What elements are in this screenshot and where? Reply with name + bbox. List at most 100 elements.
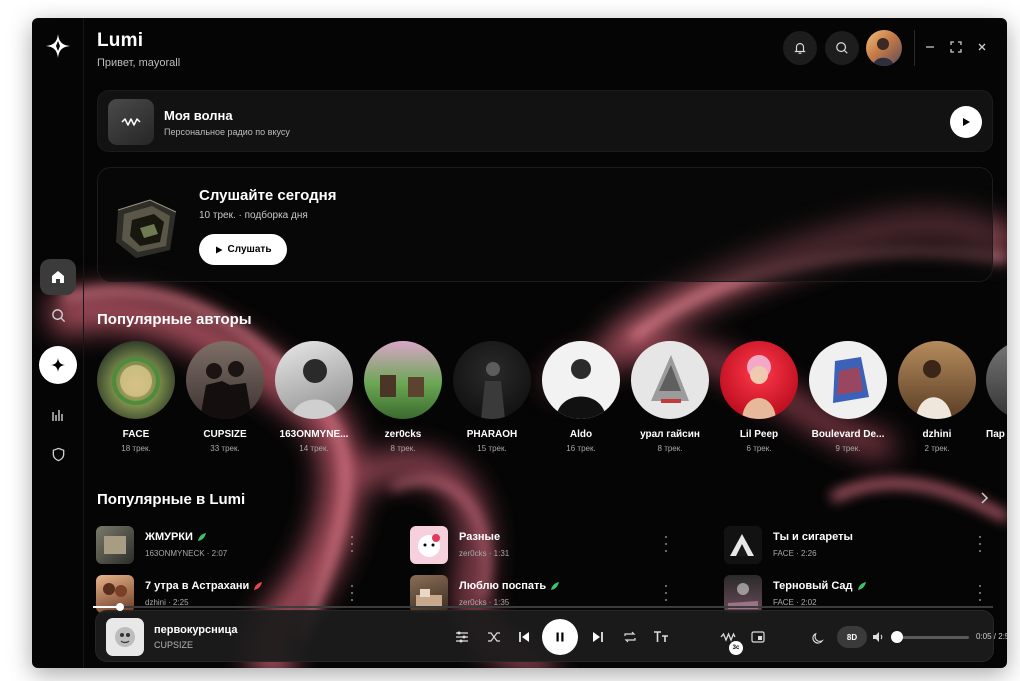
sidebar-privacy-button[interactable]: [40, 436, 76, 472]
artist-name: Пар: [986, 429, 1005, 440]
now-playing-artist[interactable]: CUPSIZE: [154, 640, 193, 650]
lumi-logo-icon[interactable]: [44, 32, 72, 60]
artist-card[interactable]: zer0cks 8 трек.: [363, 341, 443, 453]
listen-button-label: Слушать: [227, 244, 272, 255]
popular-next-button[interactable]: [978, 491, 990, 510]
my-wave-card[interactable]: Моя волна Персональное радио по вкусу: [97, 90, 993, 152]
8d-audio-toggle[interactable]: 8D: [837, 626, 867, 648]
artist-photo: [364, 341, 442, 419]
volume-knob[interactable]: [891, 631, 903, 643]
artist-card[interactable]: dzhini 2 трек.: [897, 341, 977, 453]
artist-name: PHARAOH: [466, 429, 518, 440]
bell-icon: [794, 43, 806, 54]
repeat-icon: [624, 631, 636, 643]
artist-photo: [898, 341, 976, 419]
artist-card[interactable]: PHARAOH 15 трек.: [452, 341, 532, 453]
header-search-button[interactable]: [825, 31, 859, 65]
artist-card[interactable]: FACE 18 трек.: [96, 341, 176, 453]
maximize-button[interactable]: [947, 38, 965, 56]
picture-in-picture-icon: [751, 631, 765, 643]
mini-player-button[interactable]: [748, 627, 768, 647]
artist-card[interactable]: CUPSIZE 33 трек.: [185, 341, 265, 453]
sleep-timer-button[interactable]: [808, 627, 828, 647]
volume-button[interactable]: [868, 627, 888, 647]
track-row[interactable]: ЖМУРКИ 163ONMYNECK · 2:07: [96, 524, 366, 564]
more-options-icon[interactable]: [662, 536, 670, 552]
app-window: Lumi Привет, mayorall Моя волна Персонал…: [32, 18, 1007, 668]
leaf-green-icon: [857, 582, 866, 591]
today-subtitle: 10 трек. · подборка дня: [199, 210, 308, 221]
more-options-icon[interactable]: [976, 536, 984, 552]
sidebar: [32, 18, 84, 668]
moon-icon: [811, 632, 824, 644]
my-wave-subtitle: Персональное радио по вкусу: [164, 127, 290, 137]
listen-today-card: Слушайте сегодня 10 трек. · подборка дня…: [97, 167, 993, 282]
volume-icon: [872, 632, 882, 642]
artist-photo: [986, 341, 1007, 419]
chevron-right-icon: [981, 492, 989, 504]
app-title: Lumi: [97, 30, 144, 51]
artist-photo: [97, 341, 175, 419]
equalizer-button[interactable]: [452, 627, 472, 647]
fullscreen-icon: [950, 41, 962, 53]
artist-card[interactable]: Aldo 16 трек.: [541, 341, 621, 453]
sidebar-search-button[interactable]: [40, 297, 76, 333]
minimize-icon: [926, 46, 934, 48]
lyrics-button[interactable]: [651, 627, 671, 647]
more-options-icon[interactable]: [976, 585, 984, 601]
artist-card[interactable]: урал гайсин 8 трек.: [630, 341, 710, 453]
artist-name: zer0cks: [384, 429, 422, 440]
minimize-button[interactable]: [921, 38, 939, 56]
close-button[interactable]: [973, 38, 991, 56]
artist-card[interactable]: 163ONMYNE... 14 трек.: [274, 341, 354, 453]
user-avatar[interactable]: [866, 30, 902, 66]
close-icon: [978, 43, 986, 51]
popular-artists-title: Популярные авторы: [97, 311, 252, 328]
listen-button[interactable]: Слушать: [199, 234, 287, 265]
notifications-button[interactable]: [783, 31, 817, 65]
next-track-button[interactable]: [588, 627, 608, 647]
playback-progress-knob[interactable]: [116, 603, 124, 611]
artist-track-count: 6 трек.: [746, 444, 772, 453]
leaf-green-icon: [197, 533, 206, 542]
artist-track-count: 16 трек.: [566, 444, 596, 453]
cover-art: [115, 627, 135, 647]
volume-slider[interactable]: [897, 636, 969, 639]
track-row[interactable]: Ты и сигареты FACE · 2:26: [724, 524, 994, 564]
more-options-icon[interactable]: [662, 585, 670, 601]
sidebar-home-button[interactable]: [40, 259, 76, 295]
previous-track-button[interactable]: [514, 627, 534, 647]
more-options-icon[interactable]: [348, 536, 356, 552]
more-options-icon[interactable]: [348, 585, 356, 601]
leaf-red-icon: [254, 582, 263, 591]
sidebar-wave-button[interactable]: [39, 346, 77, 384]
my-wave-play-button[interactable]: [950, 106, 982, 138]
artist-photo: [453, 341, 531, 419]
avatar-image: [873, 38, 894, 66]
track-row[interactable]: Разные zer0cks · 1:31: [410, 524, 680, 564]
playback-progress-bar[interactable]: [93, 603, 993, 611]
pause-button[interactable]: [542, 619, 578, 655]
shuffle-button[interactable]: [484, 627, 504, 647]
equalizer-bars-icon: [52, 410, 63, 421]
artist-track-count: 8 трек.: [657, 444, 683, 453]
track-title: 7 утра в Астрахани: [145, 580, 263, 592]
track-title: Люблю поспать: [459, 580, 560, 592]
track-meta: zer0cks · 1:31: [459, 549, 510, 558]
artist-track-count: 15 трек.: [477, 444, 507, 453]
artist-card[interactable]: Boulevard De... 9 трек.: [808, 341, 888, 453]
artist-name: Aldo: [569, 429, 593, 440]
artist-photo: [809, 341, 887, 419]
skip-next-icon: [593, 632, 603, 642]
artist-card[interactable]: Пар: [986, 341, 1007, 440]
shield-icon: [52, 447, 64, 461]
artist-name: Boulevard De...: [811, 429, 885, 440]
sparkle-icon: [51, 358, 65, 372]
artist-card[interactable]: Lil Peep 6 трек.: [719, 341, 799, 453]
my-wave-thumbnail: [108, 99, 154, 145]
repeat-button[interactable]: [620, 627, 640, 647]
greeting-text: Привет, mayorall: [97, 57, 181, 69]
sidebar-library-button[interactable]: [40, 398, 76, 434]
artist-name: dzhini: [922, 429, 952, 440]
track-title: Ты и сигареты: [773, 531, 853, 543]
